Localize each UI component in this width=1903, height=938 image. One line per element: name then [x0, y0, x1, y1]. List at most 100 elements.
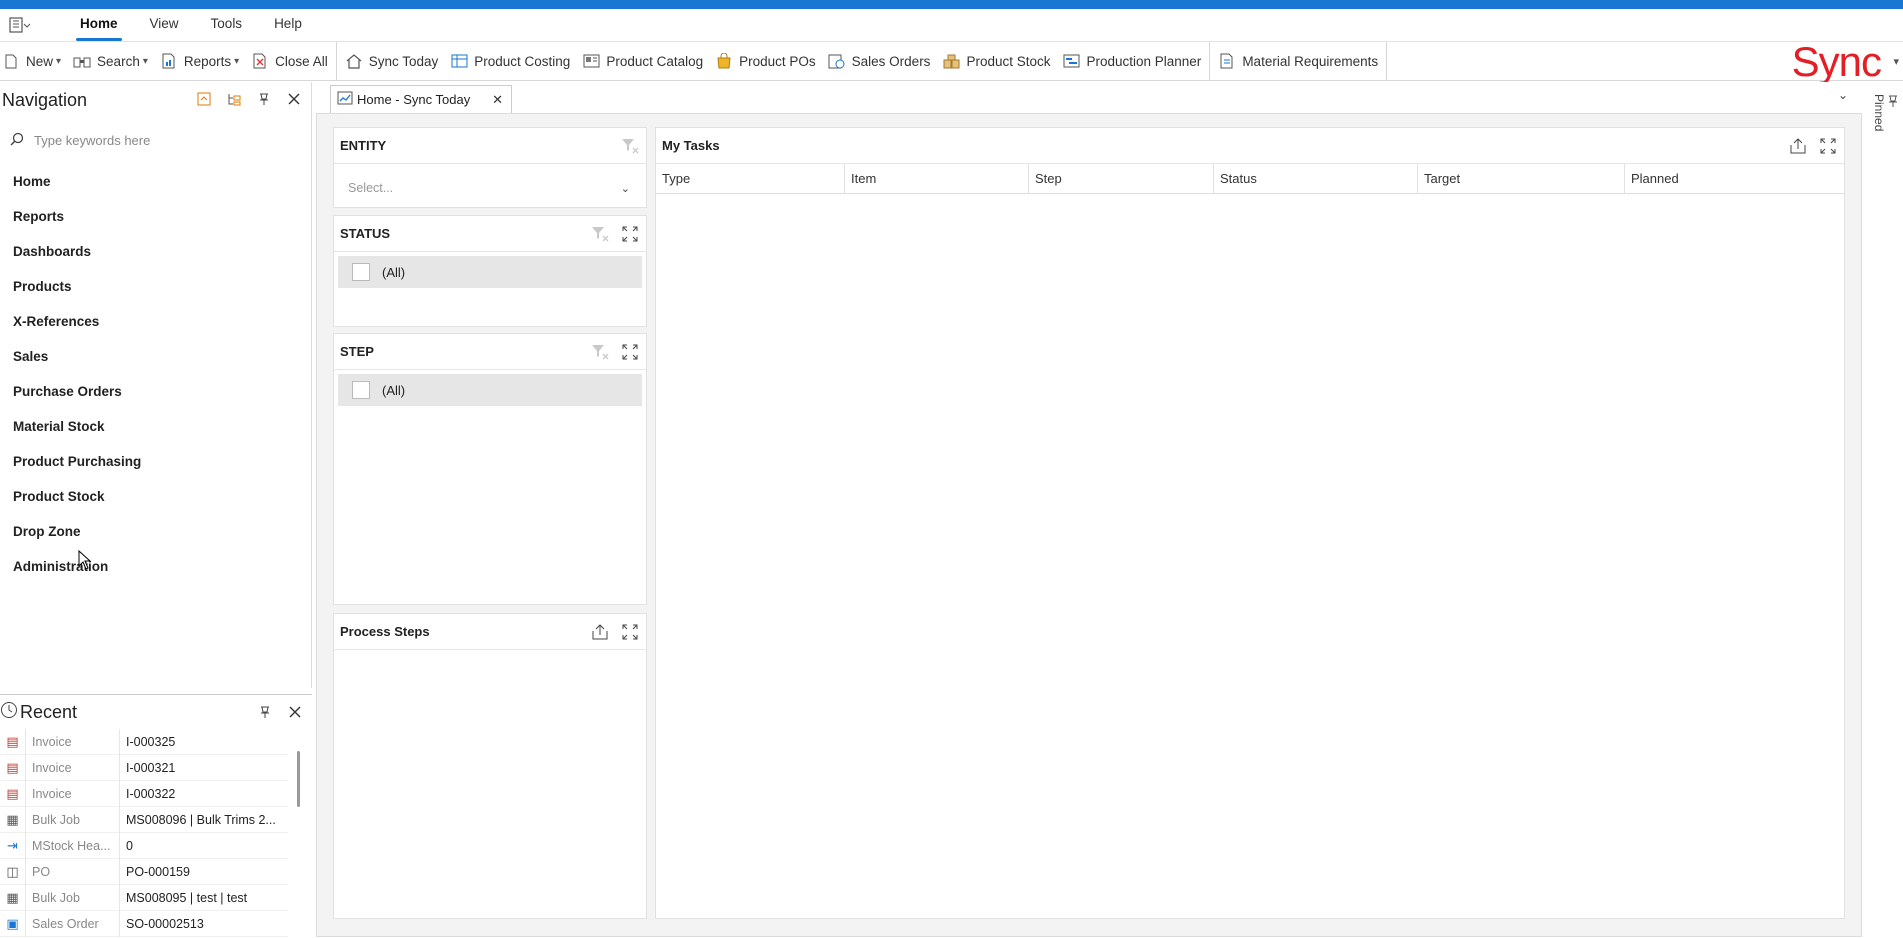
recent-type: Bulk Job	[26, 806, 120, 833]
entity-filter-card: ENTITY Select... ⌄	[333, 127, 647, 208]
recent-type: MStock Hea...	[26, 832, 120, 859]
product-stock-button[interactable]: Product Stock	[936, 42, 1056, 80]
nav-item-administration[interactable]: Administration	[0, 549, 310, 584]
shopping-bag-icon	[715, 52, 733, 70]
status-title: STATUS	[340, 226, 391, 241]
search-label: Search	[97, 53, 140, 69]
invoice-icon: ▤	[0, 754, 26, 781]
my-tasks-card: My Tasks Type Item Step Status Target Pl…	[655, 127, 1845, 919]
material-requirements-button[interactable]: Material Requirements	[1212, 42, 1384, 80]
entity-placeholder: Select...	[348, 181, 394, 195]
maximize-icon[interactable]	[1818, 136, 1838, 156]
tree-view-icon[interactable]	[225, 90, 243, 108]
costing-sheet-icon	[450, 52, 468, 70]
entity-header: ENTITY	[334, 128, 646, 164]
column-header-planned[interactable]: Planned	[1625, 164, 1844, 194]
recent-row[interactable]: ◫ PO PO-000159	[0, 858, 288, 885]
recent-row[interactable]: ▦ Bulk Job MS008096 | Bulk Trims 2...	[0, 806, 288, 833]
collapse-all-icon[interactable]	[195, 90, 213, 108]
nav-item-dashboards[interactable]: Dashboards	[0, 234, 310, 269]
export-icon[interactable]	[1788, 136, 1808, 156]
status-all-checkbox[interactable]	[352, 263, 370, 281]
recent-type: Invoice	[26, 780, 120, 807]
recent-row[interactable]: ▦ Bulk Job MS008095 | test | test	[0, 884, 288, 911]
recent-table: ▤ Invoice I-000325 ▤ Invoice I-000321 ▤ …	[0, 728, 288, 937]
tab-list-chevron-icon[interactable]: ⌄	[1838, 88, 1848, 102]
menu-help[interactable]: Help	[262, 9, 314, 41]
close-tab-icon[interactable]: ✕	[492, 92, 503, 108]
step-option-all[interactable]: (All)	[338, 374, 642, 406]
product-costing-label: Product Costing	[474, 53, 571, 69]
search-button[interactable]: Search ▾	[67, 42, 154, 80]
nav-item-sales[interactable]: Sales	[0, 339, 310, 374]
nav-item-drop-zone[interactable]: Drop Zone	[0, 514, 310, 549]
column-header-type[interactable]: Type	[656, 164, 845, 194]
menu-tools[interactable]: Tools	[199, 9, 255, 41]
trend-chart-icon	[337, 91, 353, 108]
step-title: STEP	[340, 344, 374, 359]
sync-today-label: Sync Today	[368, 53, 439, 69]
nav-item-product-stock[interactable]: Product Stock	[0, 479, 310, 514]
unpin-icon[interactable]	[255, 90, 273, 108]
unpin-icon[interactable]	[256, 703, 274, 721]
maximize-icon[interactable]	[620, 342, 640, 362]
nav-item-material-stock[interactable]: Material Stock	[0, 409, 310, 444]
product-costing-button[interactable]: Product Costing	[444, 42, 576, 80]
reports-button[interactable]: Reports ▾	[154, 42, 245, 80]
maximize-icon[interactable]	[620, 622, 640, 642]
recent-row[interactable]: ▤ Invoice I-000325	[0, 728, 288, 755]
recent-value: I-000322	[126, 786, 176, 801]
close-icon[interactable]	[286, 703, 304, 721]
menu-home[interactable]: Home	[68, 9, 130, 41]
entity-select[interactable]: Select... ⌄	[340, 172, 640, 204]
clear-filter-icon[interactable]	[590, 342, 610, 362]
clear-filter-icon[interactable]	[590, 224, 610, 244]
nav-item-home[interactable]: Home	[0, 164, 310, 199]
close-all-label: Close All	[275, 53, 328, 69]
nav-item-x-references[interactable]: X-References	[0, 304, 310, 339]
column-header-status[interactable]: Status	[1214, 164, 1418, 194]
app-menu-icon[interactable]	[0, 9, 40, 41]
new-button[interactable]: New ▾	[0, 42, 67, 80]
nav-item-reports[interactable]: Reports	[0, 199, 310, 234]
clear-filter-icon[interactable]	[620, 136, 640, 156]
recent-row[interactable]: ▤ Invoice I-000322	[0, 780, 288, 807]
recent-row[interactable]: ⇥ MStock Hea... 0	[0, 832, 288, 859]
step-all-checkbox[interactable]	[352, 381, 370, 399]
recent-value: PO-000159	[126, 864, 190, 879]
product-catalog-button[interactable]: Product Catalog	[576, 42, 709, 80]
toolbar-separator	[1209, 42, 1211, 80]
sales-orders-button[interactable]: Sales Orders	[822, 42, 937, 80]
recent-row[interactable]: ▤ Invoice I-000321	[0, 754, 288, 781]
tab-home-sync-today[interactable]: Home - Sync Today ✕	[330, 85, 512, 113]
navigation-search	[10, 128, 300, 152]
recent-panel: Recent ▤ Invoice I-000325 ▤ Invoice I-00…	[0, 694, 312, 938]
nav-item-purchase-orders[interactable]: Purchase Orders	[0, 374, 310, 409]
menu-view[interactable]: View	[138, 9, 191, 41]
chevron-down-icon: ▾	[234, 55, 240, 67]
recent-scrollbar[interactable]	[297, 751, 300, 807]
main-area: Home - Sync Today ✕ ⌄ Pinned ENTITY Sele…	[316, 82, 1903, 938]
sync-logo: Sync	[1791, 38, 1882, 85]
close-all-button[interactable]: Close All	[245, 42, 334, 80]
pinned-sidebar[interactable]: Pinned	[1872, 94, 1900, 131]
recent-row[interactable]: ▣ Sales Order SO-00002513	[0, 910, 288, 937]
nav-item-product-purchasing[interactable]: Product Purchasing	[0, 444, 310, 479]
close-icon[interactable]	[285, 90, 303, 108]
column-header-item[interactable]: Item	[845, 164, 1029, 194]
column-header-step[interactable]: Step	[1029, 164, 1214, 194]
sync-today-button[interactable]: Sync Today	[339, 42, 445, 80]
export-icon[interactable]	[590, 622, 610, 642]
column-header-target[interactable]: Target	[1418, 164, 1625, 194]
navigation-search-input[interactable]	[34, 132, 284, 148]
requirements-icon	[1218, 52, 1236, 70]
recent-type: Sales Order	[26, 910, 120, 937]
nav-item-products[interactable]: Products	[0, 269, 310, 304]
my-tasks-actions	[1788, 136, 1838, 156]
recent-type: Invoice	[26, 754, 120, 781]
production-planner-button[interactable]: Production Planner	[1056, 42, 1207, 80]
maximize-icon[interactable]	[620, 224, 640, 244]
chevron-down-icon[interactable]: ▾	[1893, 55, 1899, 68]
status-option-all[interactable]: (All)	[338, 256, 642, 288]
product-pos-button[interactable]: Product POs	[709, 42, 822, 80]
